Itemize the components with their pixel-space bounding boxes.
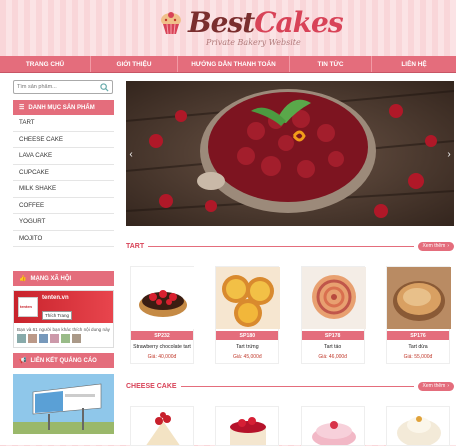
see-more-button[interactable]: Xem thêm › xyxy=(417,241,454,251)
chevron-right-icon: › xyxy=(447,383,449,389)
product-price: Giá: 55,000đ xyxy=(403,354,433,360)
product-code: SP178 xyxy=(301,331,364,340)
thumbs-up-icon: 👍 xyxy=(19,276,27,282)
avatar xyxy=(28,334,37,343)
see-more-button[interactable]: Xem thêm › xyxy=(417,381,454,391)
product-code: SP180 xyxy=(216,331,279,340)
section-title: TART xyxy=(126,242,145,250)
product-image xyxy=(131,407,193,445)
avatar xyxy=(61,334,70,343)
social-title: MẠNG XÃ HỘI xyxy=(30,275,72,282)
category-lava-cake[interactable]: LAVA CAKE xyxy=(13,148,114,165)
ads-title: LIÊN KẾT QUẢNG CÁO xyxy=(30,357,97,364)
product-price: Giá: 45,000đ xyxy=(233,354,262,360)
site-header: BestCakes Private Bakery Website xyxy=(0,0,456,56)
category-milk-shake[interactable]: MILK SHAKE xyxy=(13,181,114,198)
product-card[interactable]: SP178 Tart táo Giá: 46,000đ xyxy=(300,266,366,364)
social-caption: Bạn và 61 người bạn khác thích nội dung … xyxy=(17,327,110,332)
product-price: Giá: 46,000đ xyxy=(318,354,347,360)
nav-home[interactable]: TRANG CHỦ xyxy=(0,56,91,72)
chevron-right-icon: › xyxy=(447,243,449,249)
product-name[interactable]: Strawberry chocolate tart xyxy=(131,340,193,354)
section-tart-header: TART Xem thêm › xyxy=(126,240,454,252)
product-card[interactable]: SP176 Tart dừa Giá: 55,000đ xyxy=(385,266,451,364)
cheese-cake-product-list xyxy=(130,406,450,446)
page-avatar: tenten xyxy=(18,297,38,317)
product-price: Giá: 40,000đ xyxy=(147,354,177,360)
slider-next-button[interactable]: › xyxy=(444,147,454,161)
product-image xyxy=(131,267,195,329)
search-icon[interactable] xyxy=(100,83,109,92)
cupcake-icon xyxy=(161,11,181,34)
product-name[interactable]: Tart trứng xyxy=(216,340,278,354)
billboard-ad-image[interactable] xyxy=(13,374,114,434)
tagline: Private Bakery Website xyxy=(206,38,301,47)
facebook-box[interactable]: tenten tenten.vn Thích Trang Bạn và 61 n… xyxy=(13,290,114,348)
nav-news[interactable]: TIN TỨC xyxy=(290,56,372,72)
page-name: tenten.vn xyxy=(42,295,69,301)
avatar xyxy=(39,334,48,343)
like-page-button[interactable]: Thích Trang xyxy=(42,311,73,320)
social-widget: 👍 MẠNG XÃ HỘI tenten tenten.vn Thích Tra… xyxy=(13,271,114,348)
product-image xyxy=(301,407,364,445)
category-header: ☰ DANH MỤC SẢN PHẨM xyxy=(13,100,114,115)
category-mojito[interactable]: MOJITO xyxy=(13,230,114,247)
slide-image xyxy=(126,81,454,226)
section-divider xyxy=(180,385,414,387)
nav-payment-guide[interactable]: HƯỚNG DẪN THANH TOÁN xyxy=(178,56,290,72)
menu-icon: ☰ xyxy=(19,105,25,111)
avatar xyxy=(72,334,81,343)
brand-name: BestCakes xyxy=(188,6,344,39)
category-tart[interactable]: TART xyxy=(13,115,114,132)
tart-product-list: SP232 Strawberry chocolate tart Giá: 40,… xyxy=(130,266,451,364)
product-card[interactable]: SP180 Tart trứng Giá: 45,000đ xyxy=(215,266,281,364)
product-card[interactable] xyxy=(385,406,450,446)
main-nav: TRANG CHỦ GIỚI THIỆU HƯỚNG DẪN THANH TOÁ… xyxy=(0,56,456,73)
product-name[interactable]: Tart dừa xyxy=(387,340,449,354)
product-name[interactable]: Tart táo xyxy=(302,340,364,354)
category-yogurt[interactable]: YOGURT xyxy=(13,214,114,231)
category-cheese-cake[interactable]: CHEESE CAKE xyxy=(13,131,114,148)
section-cheese-cake-header: CHEESE CAKE Xem thêm › xyxy=(126,380,454,392)
slider-prev-button[interactable]: ‹ xyxy=(126,147,136,161)
avatar xyxy=(50,334,59,343)
megaphone-icon: 📢 xyxy=(19,358,27,364)
product-image xyxy=(386,407,449,445)
ads-header: 📢 LIÊN KẾT QUẢNG CÁO xyxy=(13,353,114,368)
friend-avatars xyxy=(14,334,113,343)
product-image xyxy=(386,267,451,329)
nav-about[interactable]: GIỚI THIỆU xyxy=(91,56,178,72)
avatar xyxy=(17,334,26,343)
product-image xyxy=(216,267,281,329)
product-code: SP232 xyxy=(131,331,193,340)
main-content: ☰ DANH MỤC SẢN PHẨM TART CHEESE CAKE LAV… xyxy=(0,73,456,446)
product-card[interactable]: SP232 Strawberry chocolate tart Giá: 40,… xyxy=(130,266,195,364)
product-image xyxy=(301,267,366,329)
product-card[interactable] xyxy=(300,406,365,446)
section-title: CHEESE CAKE xyxy=(126,382,177,390)
product-card[interactable] xyxy=(130,406,194,446)
hero-slider[interactable]: ‹ › xyxy=(126,81,454,226)
category-coffee[interactable]: COFFEE xyxy=(13,197,114,214)
category-cupcake[interactable]: CUPCAKE xyxy=(13,164,114,181)
sidebar: ☰ DANH MỤC SẢN PHẨM TART CHEESE CAKE LAV… xyxy=(13,80,114,247)
search-box xyxy=(13,80,113,94)
product-image xyxy=(216,407,279,445)
nav-contact[interactable]: LIÊN HỆ xyxy=(372,56,456,72)
section-divider xyxy=(148,245,414,247)
search-input[interactable] xyxy=(14,81,99,93)
product-code: SP176 xyxy=(386,331,449,340)
ads-widget: 📢 LIÊN KẾT QUẢNG CÁO xyxy=(13,353,114,436)
logo[interactable]: BestCakes xyxy=(158,6,344,39)
social-header: 👍 MẠNG XÃ HỘI xyxy=(13,271,114,286)
category-title: DANH MỤC SẢN PHẨM xyxy=(28,104,95,111)
product-card[interactable] xyxy=(215,406,280,446)
